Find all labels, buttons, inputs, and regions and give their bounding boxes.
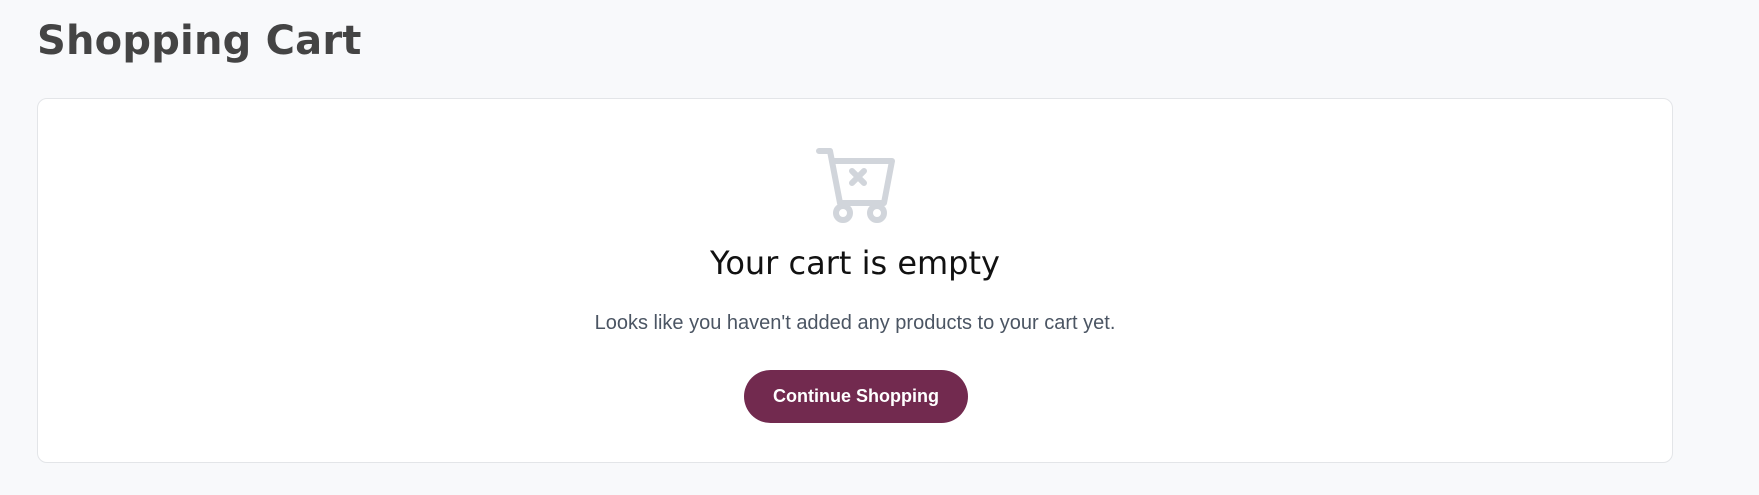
empty-cart-card: Your cart is empty Looks like you haven'… <box>37 98 1673 463</box>
cart-x-icon <box>816 148 895 223</box>
empty-cart-heading: Your cart is empty <box>710 244 1000 282</box>
empty-cart-message: Looks like you haven't added any product… <box>594 312 1116 334</box>
page-title: Shopping Cart <box>37 18 362 64</box>
continue-shopping-button[interactable]: Continue Shopping <box>744 370 968 423</box>
